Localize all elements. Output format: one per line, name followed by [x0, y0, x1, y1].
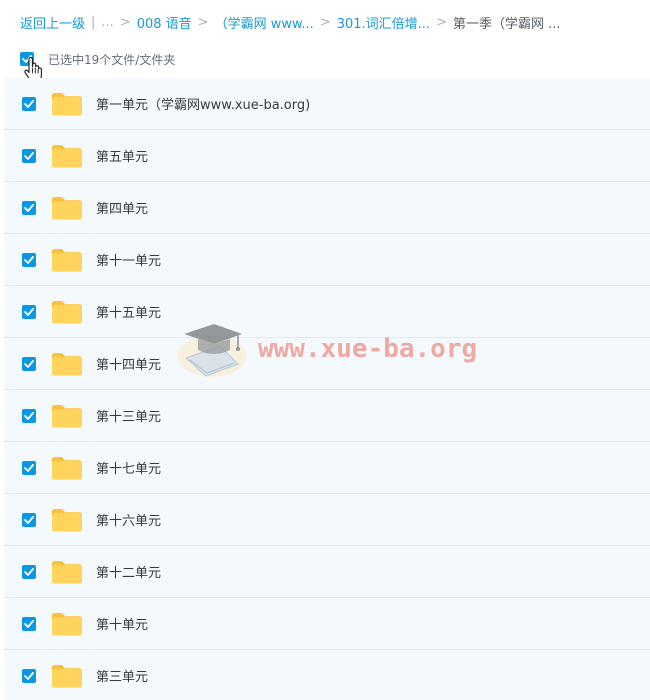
check-icon — [24, 255, 34, 264]
folder-icon — [52, 612, 82, 635]
folder-row[interactable]: 第十四单元 — [4, 338, 650, 390]
file-browser: 返回上一级 | ... > 008 语音 > （学霸网 www... > 301… — [0, 0, 650, 700]
breadcrumb-separator: > — [319, 14, 331, 30]
check-icon — [24, 671, 34, 680]
row-checkbox[interactable] — [22, 564, 36, 579]
folder-name[interactable]: 第十四单元 — [96, 354, 161, 373]
breadcrumb-separator: > — [197, 14, 209, 30]
folder-row[interactable]: 第十一单元 — [4, 234, 650, 286]
folder-row[interactable]: 第十三单元 — [4, 390, 650, 442]
folder-name[interactable]: 第十二单元 — [96, 562, 161, 581]
breadcrumb-current: 第一季（学霸网 ... — [452, 16, 561, 32]
folder-icon — [52, 456, 82, 479]
folder-name[interactable]: 第四单元 — [96, 198, 148, 217]
folder-icon — [52, 144, 82, 167]
folder-icon — [52, 352, 82, 375]
back-link[interactable]: 返回上一级 — [20, 13, 85, 32]
selection-bar: 已选中19个文件/文件夹 — [20, 48, 175, 70]
folder-name[interactable]: 第十五单元 — [96, 302, 161, 321]
folder-name[interactable]: 第十七单元 — [96, 458, 161, 477]
breadcrumb: 返回上一级 | ... > 008 语音 > （学霸网 www... > 301… — [20, 12, 561, 32]
row-checkbox[interactable] — [22, 668, 36, 683]
breadcrumb-item[interactable]: （学霸网 www... — [215, 13, 314, 32]
folder-icon — [52, 560, 82, 583]
folder-row[interactable]: 第十五单元 — [4, 286, 650, 338]
folder-row[interactable]: 第三单元 — [4, 650, 650, 700]
row-checkbox[interactable] — [22, 616, 36, 631]
folder-row[interactable]: 第十二单元 — [4, 546, 650, 598]
row-checkbox[interactable] — [22, 200, 36, 215]
folder-name[interactable]: 第十一单元 — [96, 250, 161, 269]
folder-icon — [52, 664, 82, 687]
check-icon — [24, 463, 34, 472]
folder-row[interactable]: 第十六单元 — [4, 494, 650, 546]
check-icon — [24, 567, 34, 576]
folder-name[interactable]: 第一单元（学霸网www.xue-ba.org) — [96, 94, 310, 113]
check-icon — [24, 359, 34, 368]
breadcrumb-item[interactable]: 008 语音 — [137, 13, 192, 32]
check-icon — [24, 99, 34, 108]
row-checkbox[interactable] — [22, 96, 36, 111]
check-icon — [24, 151, 34, 160]
row-checkbox[interactable] — [22, 148, 36, 163]
row-checkbox[interactable] — [22, 356, 36, 371]
folder-icon — [52, 404, 82, 427]
folder-row[interactable]: 第十七单元 — [4, 442, 650, 494]
selection-summary: 已选中19个文件/文件夹 — [48, 52, 176, 67]
folder-name[interactable]: 第十三单元 — [96, 406, 161, 425]
check-icon — [24, 307, 34, 316]
breadcrumb-ellipsis[interactable]: ... — [101, 15, 113, 30]
folder-row[interactable]: 第十单元 — [4, 598, 650, 650]
folder-name[interactable]: 第三单元 — [96, 666, 148, 685]
folder-list: 第一单元（学霸网www.xue-ba.org) 第五单元第四单元第十一单元第十五单… — [4, 78, 650, 700]
folder-name[interactable]: 第五单元 — [96, 146, 148, 165]
folder-name[interactable]: 第十单元 — [96, 614, 148, 633]
row-checkbox[interactable] — [22, 408, 36, 423]
row-checkbox[interactable] — [22, 460, 36, 475]
folder-name[interactable]: 第十六单元 — [96, 510, 161, 529]
row-checkbox[interactable] — [22, 304, 36, 319]
check-icon — [24, 619, 34, 628]
row-checkbox[interactable] — [22, 252, 36, 267]
breadcrumb-separator: > — [436, 14, 447, 30]
row-checkbox[interactable] — [22, 512, 36, 527]
check-icon — [24, 203, 34, 212]
folder-row[interactable]: 第四单元 — [4, 182, 650, 234]
breadcrumb-item[interactable]: 301.词汇倍增... — [337, 13, 430, 32]
folder-icon — [52, 92, 82, 115]
folder-icon — [52, 508, 82, 531]
folder-row[interactable]: 第一单元（学霸网www.xue-ba.org) — [4, 78, 650, 130]
breadcrumb-divider: | — [91, 14, 96, 30]
folder-icon — [52, 248, 82, 271]
folder-icon — [52, 300, 82, 323]
breadcrumb-separator: > — [119, 14, 131, 30]
folder-row[interactable]: 第五单元 — [4, 130, 650, 182]
check-icon — [24, 411, 34, 420]
folder-icon — [52, 196, 82, 219]
check-icon — [24, 515, 34, 524]
